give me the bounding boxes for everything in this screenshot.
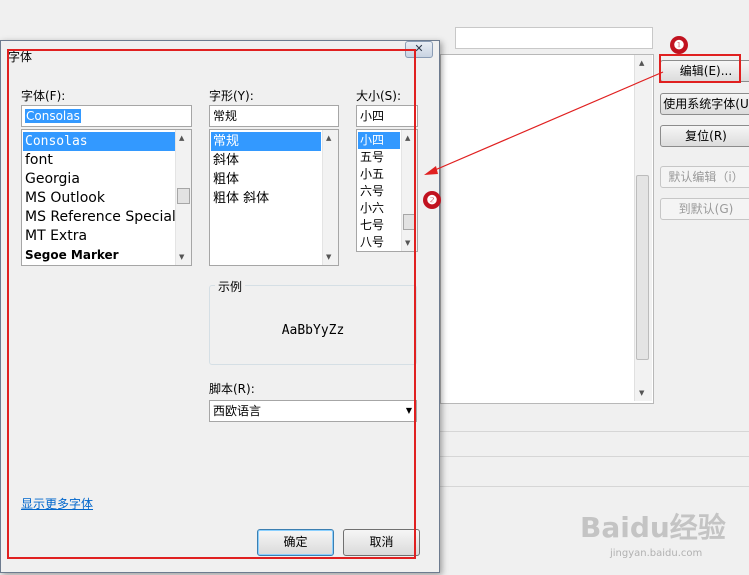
watermark-brand: Baidu经验: [580, 511, 726, 544]
step-badge-2: ❷: [423, 191, 441, 209]
step-badge-1: ❶: [670, 36, 688, 54]
watermark-url: jingyan.baidu.com: [610, 548, 703, 559]
annotation-arrow: [424, 71, 664, 175]
